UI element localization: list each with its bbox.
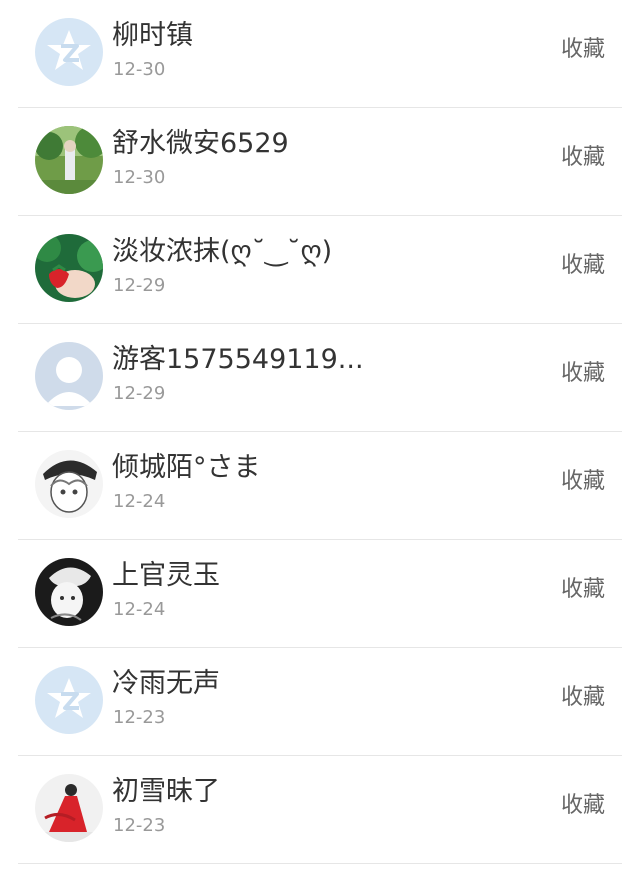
qzone-default-avatar-icon — [35, 18, 103, 86]
avatar[interactable] — [35, 126, 103, 194]
user-name: 舒水微安6529 — [112, 128, 289, 159]
visit-date: 12-23 — [113, 707, 166, 728]
user-name: 柳时镇 — [112, 20, 193, 51]
avatar[interactable] — [35, 558, 103, 626]
avatar[interactable] — [35, 774, 103, 842]
default-user-icon — [35, 342, 103, 410]
visit-date: 12-23 — [113, 815, 166, 836]
avatar[interactable] — [35, 450, 103, 518]
anime-avatar-icon — [35, 450, 103, 518]
visit-date: 12-24 — [113, 599, 166, 620]
visit-date: 12-30 — [113, 59, 166, 80]
red-dress-avatar-icon — [35, 774, 103, 842]
list-item[interactable]: 上官灵玉 12-24 收藏 — [18, 540, 622, 648]
user-name: 淡妆浓抹(ღ˘‿˘ღ) — [112, 236, 333, 267]
list-item[interactable]: 倾城陌°さま 12-24 收藏 — [18, 432, 622, 540]
collect-button[interactable]: 收藏 — [561, 35, 605, 65]
avatar[interactable] — [35, 342, 103, 410]
list-item[interactable]: 柳时镇 12-30 收藏 — [18, 0, 622, 108]
avatar[interactable] — [35, 666, 103, 734]
user-name: 上官灵玉 — [112, 560, 220, 591]
collect-button[interactable]: 收藏 — [561, 359, 605, 389]
collect-button[interactable]: 收藏 — [561, 143, 605, 173]
visit-date: 12-29 — [113, 275, 166, 296]
visit-date: 12-24 — [113, 491, 166, 512]
user-name: 倾城陌°さま — [112, 452, 261, 483]
collect-button[interactable]: 收藏 — [561, 683, 605, 713]
avatar[interactable] — [35, 234, 103, 302]
list-item[interactable]: 冷雨无声 12-23 收藏 — [18, 648, 622, 756]
collect-button[interactable]: 收藏 — [561, 791, 605, 821]
qzone-default-avatar-icon — [35, 666, 103, 734]
user-name: 冷雨无声 — [112, 668, 220, 699]
collect-button[interactable]: 收藏 — [561, 575, 605, 605]
collect-button[interactable]: 收藏 — [561, 467, 605, 497]
visitor-list: 柳时镇 12-30 收藏 舒水微安6529 12-30 收藏 淡妆浓抹(ღ˘‿˘… — [0, 0, 640, 870]
list-item[interactable]: 游客1575549119... 12-29 收藏 — [18, 324, 622, 432]
visit-date: 12-30 — [113, 167, 166, 188]
list-item[interactable]: 初雪昧了 12-23 收藏 — [18, 756, 622, 864]
anime-dark-avatar-icon — [35, 558, 103, 626]
list-item[interactable]: 淡妆浓抹(ღ˘‿˘ღ) 12-29 收藏 — [18, 216, 622, 324]
avatar[interactable] — [35, 18, 103, 86]
user-name: 游客1575549119... — [112, 344, 364, 375]
user-name: 初雪昧了 — [112, 776, 220, 807]
scenery-avatar-icon — [35, 126, 103, 194]
strawberry-avatar-icon — [35, 234, 103, 302]
visit-date: 12-29 — [113, 383, 166, 404]
list-item[interactable]: 舒水微安6529 12-30 收藏 — [18, 108, 622, 216]
collect-button[interactable]: 收藏 — [561, 251, 605, 281]
